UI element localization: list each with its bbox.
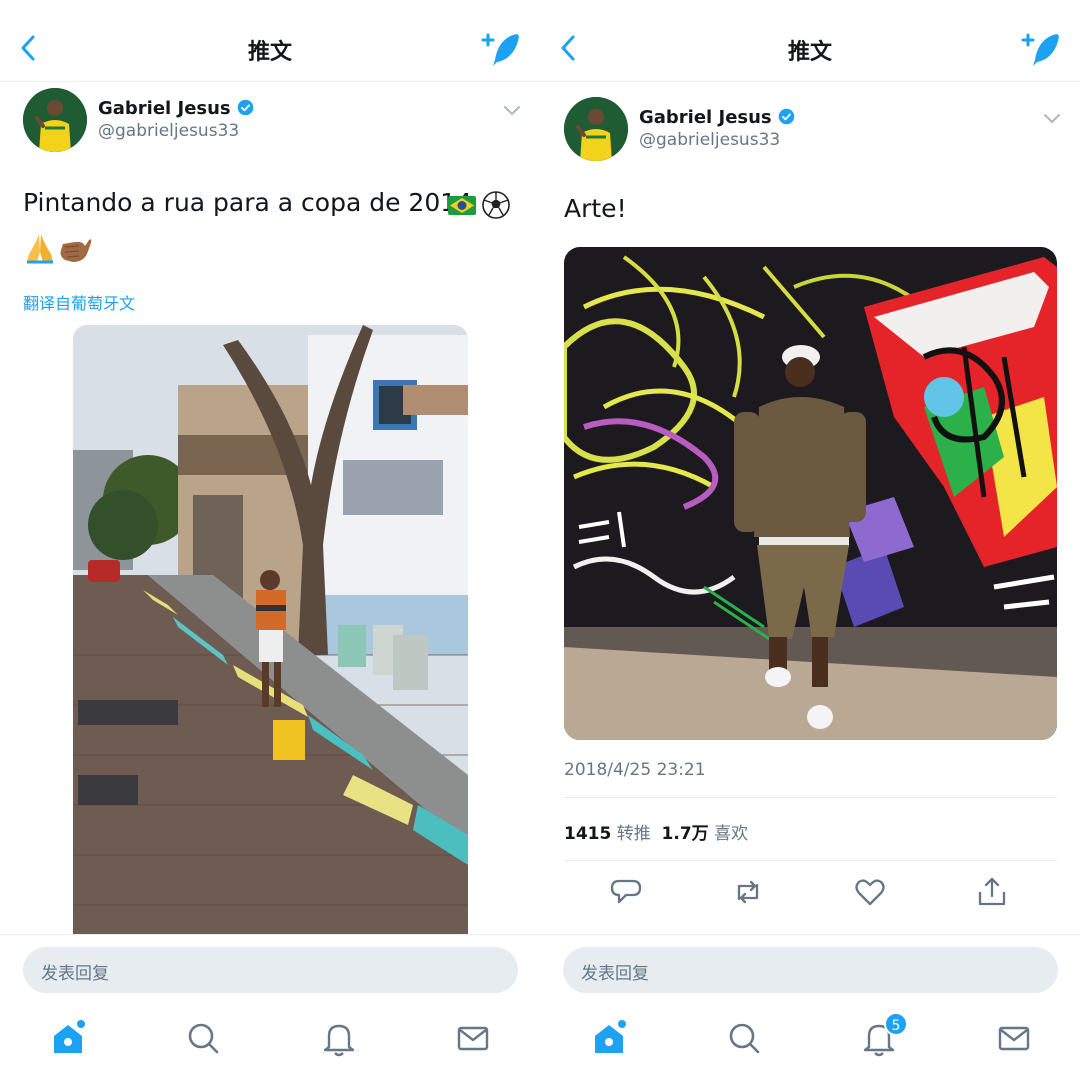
tweet-screen-left: 推文 Gabriel Jesus @gabrieljesus33 Pintand…: [0, 0, 540, 1078]
emoji-flag-ball: [448, 191, 510, 219]
retweet-label: 转推: [616, 824, 651, 844]
brazil-flag-icon: [448, 196, 476, 215]
like-heart-icon[interactable]: [853, 875, 887, 909]
avatar[interactable]: [564, 97, 628, 161]
divider: [564, 797, 1057, 798]
folded-hands-icon: [27, 234, 53, 264]
like-count: 1.7万: [661, 824, 709, 844]
reply-icon[interactable]: [609, 875, 643, 909]
top-bar: 推文: [540, 0, 1080, 82]
retweet-icon[interactable]: [731, 875, 765, 909]
retweet-count: 1415: [564, 824, 612, 844]
divider: [0, 934, 540, 935]
tweet-text: Pintando a rua para a copa de 2014: [23, 188, 473, 217]
notifications-tab-icon[interactable]: [319, 1018, 359, 1058]
notification-badge: 5: [884, 1012, 908, 1036]
reply-input[interactable]: 发表回复: [563, 947, 1058, 993]
tweet-photo-graffiti[interactable]: [564, 247, 1057, 740]
translate-link[interactable]: 翻译自葡萄牙文: [23, 290, 135, 314]
verified-badge-icon: [237, 99, 253, 116]
share-icon[interactable]: [975, 875, 1009, 909]
tweet-photo-street[interactable]: [73, 325, 468, 935]
like-label: 喜欢: [714, 824, 749, 844]
tweet-screen-right: 推文 Gabriel Jesus @gabrieljesus33 Arte! 2…: [540, 0, 1080, 1078]
author-name[interactable]: Gabriel Jesus: [639, 107, 795, 128]
chevron-down-icon[interactable]: [1042, 112, 1062, 126]
tweet-text: Arte!: [564, 194, 627, 223]
verified-badge-icon: [778, 108, 794, 125]
chevron-down-icon[interactable]: [502, 104, 522, 118]
emoji-hands: [27, 234, 92, 264]
search-tab-icon[interactable]: [183, 1018, 223, 1058]
tweet-timestamp: 2018/4/25 23:21: [564, 760, 706, 780]
reply-placeholder: 发表回复: [581, 964, 649, 984]
author-handle: @gabrieljesus33: [639, 130, 781, 150]
divider: [564, 860, 1057, 861]
page-title: 推文: [247, 40, 292, 65]
author-name[interactable]: Gabriel Jesus: [98, 98, 254, 119]
avatar[interactable]: [23, 88, 87, 152]
messages-tab-icon[interactable]: [453, 1018, 493, 1058]
compose-tweet-icon[interactable]: [1021, 30, 1063, 70]
compose-tweet-icon[interactable]: [481, 30, 523, 70]
reply-placeholder: 发表回复: [41, 964, 109, 984]
author-handle: @gabrieljesus33: [98, 121, 240, 141]
call-me-hand-icon: [60, 239, 92, 262]
search-tab-icon[interactable]: [724, 1018, 764, 1058]
soccer-ball-icon: [482, 191, 510, 219]
home-tab-icon[interactable]: [48, 1018, 88, 1058]
home-tab-icon[interactable]: [589, 1018, 629, 1058]
page-title: 推文: [787, 40, 832, 65]
top-bar: 推文: [0, 0, 540, 82]
reply-input[interactable]: 发表回复: [23, 947, 518, 993]
messages-tab-icon[interactable]: [994, 1018, 1034, 1058]
divider: [540, 934, 1080, 935]
tweet-stats[interactable]: 1415 转推 1.7万 喜欢: [564, 819, 748, 844]
